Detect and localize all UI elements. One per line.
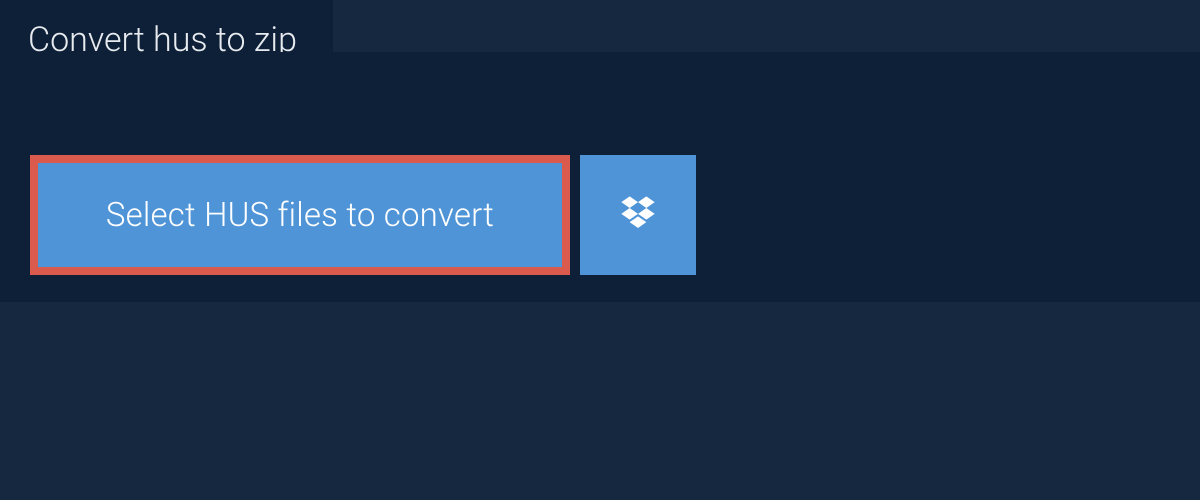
dropbox-icon — [618, 193, 658, 237]
action-button-row: Select HUS files to convert — [30, 155, 696, 275]
select-files-button[interactable]: Select HUS files to convert — [30, 155, 570, 275]
dropbox-source-button[interactable] — [580, 155, 696, 275]
select-files-label: Select HUS files to convert — [106, 196, 494, 235]
